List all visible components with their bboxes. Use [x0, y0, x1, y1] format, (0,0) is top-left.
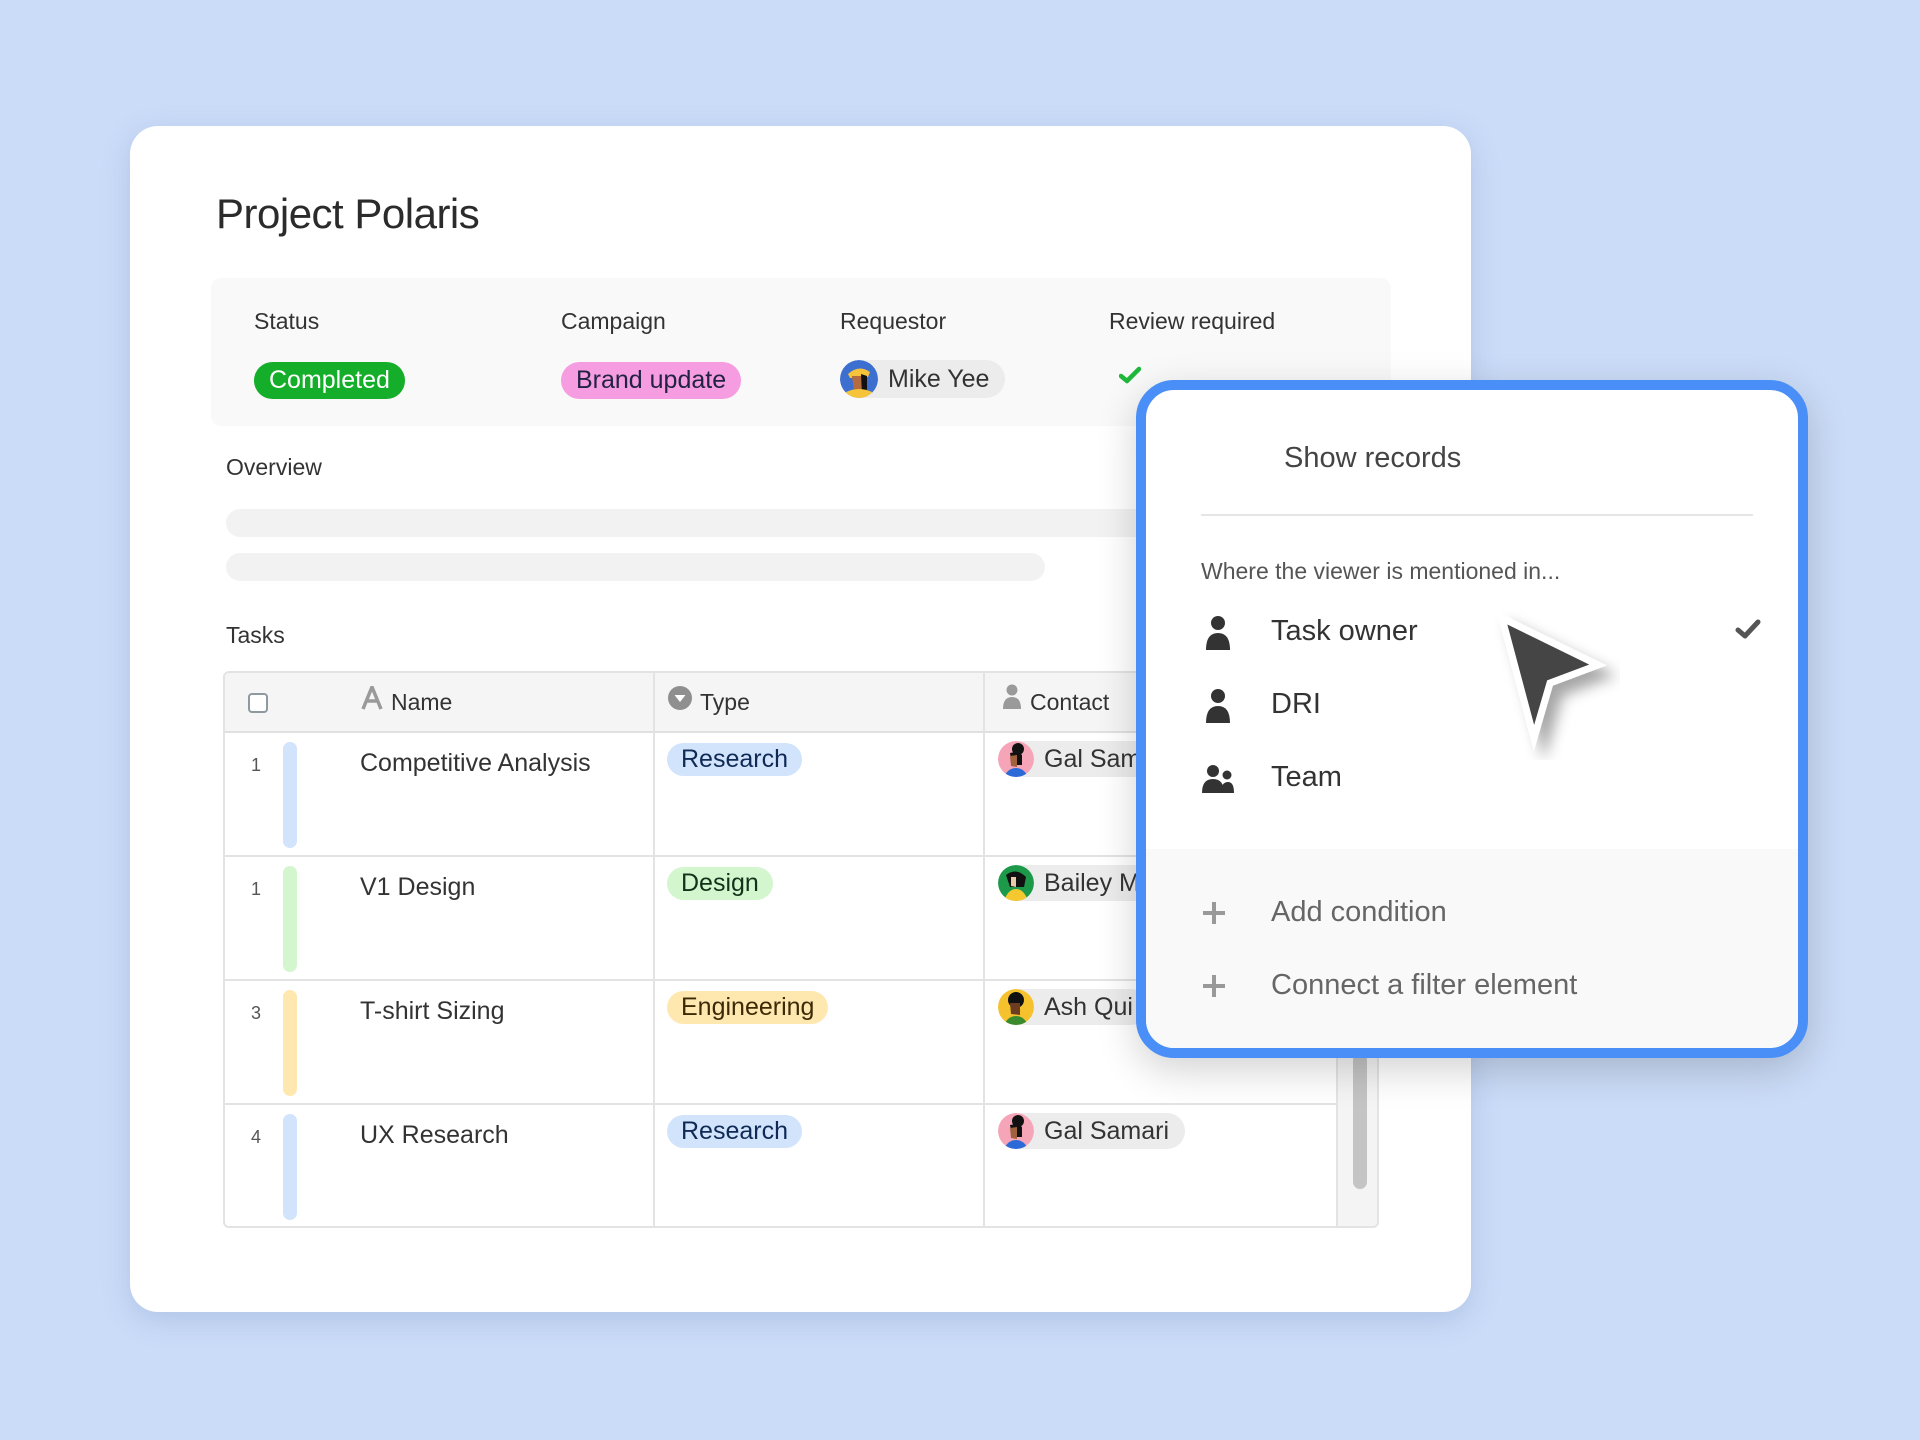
avatar-ash-icon	[998, 989, 1034, 1025]
column-header-name[interactable]: Name	[361, 673, 452, 731]
type-badge[interactable]: Research	[667, 743, 802, 776]
row-color-bar	[283, 866, 297, 972]
task-name[interactable]: T-shirt Sizing	[360, 997, 504, 1026]
connect-filter-button[interactable]: Connect a filter element	[1201, 967, 1701, 1007]
select-all-checkbox[interactable]	[248, 693, 268, 713]
avatar-gal-samari-icon	[998, 741, 1034, 777]
review-required-label: Review required	[1109, 308, 1276, 334]
option-team[interactable]: Team	[1201, 759, 1761, 799]
checkmark-icon	[1735, 619, 1761, 644]
task-name[interactable]: V1 Design	[360, 873, 475, 902]
column-divider	[983, 673, 985, 1226]
contact-chip[interactable]: Bailey M	[998, 865, 1156, 901]
option-label: Task owner	[1271, 615, 1418, 647]
popup-title: Show records	[1284, 442, 1462, 474]
option-label: DRI	[1271, 688, 1321, 720]
avatar-gal-samari-icon	[998, 1113, 1034, 1149]
type-badge[interactable]: Design	[667, 867, 773, 900]
column-type-label: Type	[700, 689, 750, 715]
row-color-bar	[283, 990, 297, 1096]
overview-placeholder-line	[226, 509, 1166, 537]
status-label: Status	[254, 308, 320, 334]
requestor-chip[interactable]: Mike Yee	[840, 360, 1006, 398]
column-header-contact[interactable]: Contact	[1002, 673, 1109, 731]
contact-chip[interactable]: Gal Samari	[998, 1113, 1186, 1149]
row-number: 3	[251, 1003, 262, 1023]
avatar-bailey-icon	[998, 865, 1034, 901]
row-number: 1	[251, 879, 262, 899]
row-color-bar	[283, 742, 297, 848]
show-records-popup: Show records Where the viewer is mention…	[1136, 380, 1808, 1058]
add-condition-label: Add condition	[1271, 896, 1447, 928]
type-badge[interactable]: Research	[667, 1115, 802, 1148]
row-number: 1	[251, 755, 262, 775]
people-icon	[1201, 761, 1235, 797]
column-header-type[interactable]: Type	[668, 673, 750, 731]
requestor-label: Requestor	[840, 308, 947, 334]
campaign-label: Campaign	[561, 308, 666, 334]
avatar-mike-yee-icon	[840, 360, 878, 398]
contact-chip[interactable]: Gal Sam	[998, 741, 1158, 777]
connect-filter-label: Connect a filter element	[1271, 969, 1578, 1001]
text-field-icon	[361, 673, 383, 731]
contact-name: Gal Sam	[1044, 745, 1142, 773]
contact-name: Gal Samari	[1044, 1117, 1170, 1145]
contact-name: Bailey M	[1044, 869, 1140, 897]
single-select-icon	[668, 673, 692, 731]
person-icon	[1002, 673, 1022, 731]
plus-icon	[1201, 900, 1227, 926]
option-label: Team	[1271, 761, 1342, 793]
table-row[interactable]: 4 UX Research Research Gal Samari	[225, 1105, 1336, 1226]
overview-placeholder-line	[226, 553, 1045, 581]
person-icon	[1201, 688, 1235, 724]
add-condition-button[interactable]: Add condition	[1201, 894, 1701, 934]
scrollbar-thumb[interactable]	[1353, 1053, 1367, 1189]
checkmark-icon[interactable]	[1118, 366, 1142, 389]
option-task-owner[interactable]: Task owner	[1201, 613, 1761, 653]
type-badge[interactable]: Engineering	[667, 991, 829, 1024]
requestor-name: Mike Yee	[888, 365, 990, 393]
plus-icon	[1201, 973, 1227, 999]
option-dri[interactable]: DRI	[1201, 686, 1761, 726]
overview-label: Overview	[226, 454, 322, 480]
contact-chip[interactable]: Ash Qui	[998, 989, 1149, 1025]
tasks-label: Tasks	[226, 622, 285, 648]
person-icon	[1201, 615, 1235, 651]
popup-footer: Add condition Connect a filter element	[1146, 849, 1798, 1048]
column-name-label: Name	[391, 689, 453, 715]
status-badge[interactable]: Completed	[254, 362, 405, 399]
mouse-pointer-icon	[1490, 610, 1620, 760]
divider	[1201, 514, 1753, 516]
task-name[interactable]: Competitive Analysis	[360, 749, 591, 778]
popup-subtitle: Where the viewer is mentioned in...	[1201, 558, 1561, 584]
column-divider	[653, 673, 655, 1226]
column-contact-label: Contact	[1030, 689, 1110, 715]
page-title: Project Polaris	[216, 190, 480, 237]
campaign-badge[interactable]: Brand update	[561, 362, 742, 399]
contact-name: Ash Qui	[1044, 993, 1133, 1021]
row-number: 4	[251, 1127, 262, 1147]
task-name[interactable]: UX Research	[360, 1121, 509, 1150]
row-color-bar	[283, 1114, 297, 1220]
